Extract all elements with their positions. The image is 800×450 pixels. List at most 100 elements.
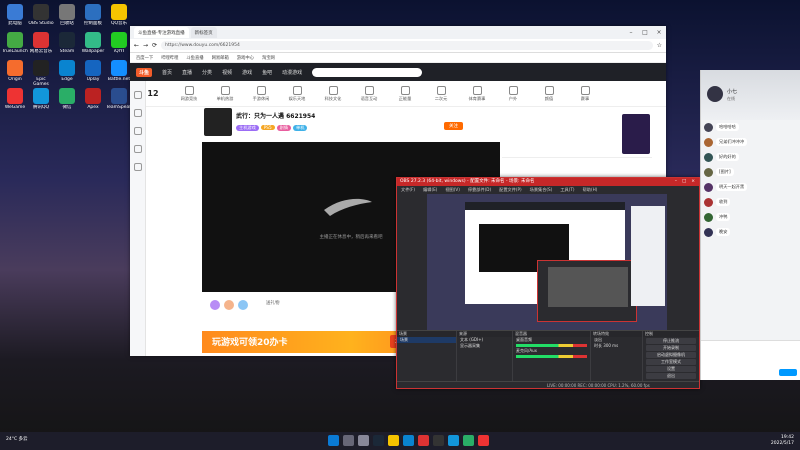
explorer-icon[interactable] <box>388 435 399 446</box>
bookmark-item[interactable]: 哔哩哔哩 <box>161 55 178 61</box>
refresh-icon[interactable]: ⟳ <box>152 42 157 49</box>
qq-icon[interactable] <box>448 435 459 446</box>
ad-thumb[interactable] <box>622 114 650 154</box>
follow-icon[interactable] <box>133 109 142 117</box>
category-item[interactable]: 手游休闲 <box>244 85 278 102</box>
minimize-icon[interactable]: – <box>624 29 638 36</box>
weather-widget[interactable]: 24°C 多云 <box>6 436 28 442</box>
bookmark-item[interactable]: 百度一下 <box>136 55 153 61</box>
category-item[interactable]: 二次元 <box>424 85 458 102</box>
obs-control-button[interactable]: 启动虚拟摄像机 <box>646 352 696 358</box>
source-item[interactable]: 显示器采集 <box>457 343 512 349</box>
wechat-icon[interactable] <box>463 435 474 446</box>
obs-menu-item[interactable]: 场景集合(S) <box>530 186 553 193</box>
avatar[interactable] <box>704 153 713 162</box>
category-item[interactable]: 正能量 <box>388 85 422 102</box>
avatar[interactable] <box>704 213 713 222</box>
maximize-icon[interactable]: □ <box>682 178 686 186</box>
site-nav-item[interactable]: 动漫游戏 <box>282 69 302 76</box>
category-item[interactable]: 科技文化 <box>316 85 350 102</box>
site-logo[interactable]: 斗鱼 <box>136 67 153 77</box>
minimize-icon[interactable]: – <box>675 178 677 186</box>
desktop-icon[interactable]: 此电脑 <box>2 4 28 31</box>
avatar[interactable] <box>704 123 713 132</box>
category-item[interactable]: 户外 <box>496 85 530 102</box>
browser-tab-active[interactable]: 斗鱼直播-专注游戏直播 <box>134 27 189 38</box>
browser-tab[interactable]: 新标签页 <box>190 27 217 38</box>
bookmark-item[interactable]: 游戏中心 <box>237 55 254 61</box>
site-nav-item[interactable]: 首页 <box>162 69 172 76</box>
home-icon[interactable] <box>133 91 142 99</box>
game-icon[interactable] <box>133 163 142 171</box>
taskview-icon[interactable] <box>358 435 369 446</box>
category-item[interactable]: 单机热游 <box>208 85 242 102</box>
category-item[interactable]: 网游竞技 <box>172 85 206 102</box>
close-icon[interactable]: × <box>652 29 666 36</box>
site-nav-item[interactable]: 鱼吧 <box>262 69 272 76</box>
obs-preview[interactable] <box>427 194 667 330</box>
desktop-icon[interactable]: Uplay <box>80 60 106 87</box>
follow-button[interactable]: 关注 <box>444 122 463 130</box>
desktop-icon[interactable]: 回收站 <box>54 4 80 31</box>
obs-menu-item[interactable]: 文件(F) <box>401 186 415 193</box>
category-item[interactable]: 颜值 <box>532 85 566 102</box>
site-nav-item[interactable]: 直播 <box>182 69 192 76</box>
avatar[interactable] <box>707 86 723 102</box>
obs-menu-item[interactable]: 编辑(E) <box>423 186 437 193</box>
site-nav-item[interactable]: 分类 <box>202 69 212 76</box>
transition-duration[interactable]: 时长 300 ms <box>591 343 642 349</box>
send-button[interactable] <box>779 369 797 376</box>
desktop-icon[interactable]: TrueLauncher <box>2 32 28 59</box>
steam-icon[interactable] <box>373 435 384 446</box>
category-item[interactable]: 语音互动 <box>352 85 386 102</box>
desktop-icon[interactable]: iQIYI <box>106 32 132 59</box>
obs-control-button[interactable]: 退出 <box>646 373 696 379</box>
desktop-icon[interactable]: 网易云音乐 <box>28 32 54 59</box>
wegame-icon[interactable] <box>478 435 489 446</box>
desktop-icon[interactable]: 控制面板 <box>80 4 106 31</box>
bookmark-item[interactable]: 淘宝网 <box>262 55 275 61</box>
desktop-icon[interactable]: 微信 <box>54 88 80 115</box>
desktop-icon[interactable]: QQ音乐 <box>106 4 132 31</box>
forward-icon[interactable]: → <box>143 42 148 49</box>
gift-icon[interactable] <box>238 300 248 310</box>
avatar[interactable] <box>704 228 713 237</box>
site-nav-item[interactable]: 视频 <box>222 69 232 76</box>
gift-icon[interactable] <box>224 300 234 310</box>
url-input[interactable]: https://www.douyu.com/6621954 <box>161 41 653 50</box>
music-icon[interactable] <box>418 435 429 446</box>
obs-menu-item[interactable]: 工具(T) <box>560 186 574 193</box>
desktop-icon[interactable]: Epic Games <box>28 60 54 87</box>
category-item[interactable]: 赛事 <box>568 85 602 102</box>
obs-control-button[interactable]: 工作室模式 <box>646 359 696 365</box>
desktop-icon[interactable]: 腾讯QQ <box>28 88 54 115</box>
stream-tag[interactable]: 主机游戏 <box>236 125 259 131</box>
star-icon[interactable]: ☆ <box>657 42 662 49</box>
obs-control-button[interactable]: 开始录制 <box>646 345 696 351</box>
desktop-icon[interactable]: Wallpaper <box>80 32 106 59</box>
start-icon[interactable] <box>328 435 339 446</box>
obs-menu-item[interactable]: 帮助(H) <box>583 186 598 193</box>
history-icon[interactable] <box>133 127 142 135</box>
stream-tag[interactable]: 单机 <box>293 125 308 131</box>
bookmark-item[interactable]: 斗鱼直播 <box>186 55 203 61</box>
obs-control-button[interactable]: 设置 <box>646 366 696 372</box>
avatar[interactable] <box>704 198 713 207</box>
category-item[interactable]: 娱乐天地 <box>280 85 314 102</box>
clock[interactable]: 19:42 2022/5/17 <box>771 435 794 447</box>
edge-icon[interactable] <box>403 435 414 446</box>
desktop-icon[interactable]: Apex <box>80 88 106 115</box>
obs-menu-item[interactable]: 停靠部件(D) <box>468 186 491 193</box>
maximize-icon[interactable]: □ <box>638 29 652 36</box>
obs-icon[interactable] <box>433 435 444 446</box>
close-icon[interactable]: × <box>691 178 695 186</box>
video-icon[interactable] <box>133 145 142 153</box>
desktop-icon[interactable]: TeamSpeak <box>106 88 132 115</box>
site-search-input[interactable] <box>312 67 423 77</box>
avatar[interactable] <box>704 183 713 192</box>
back-icon[interactable]: ← <box>134 42 139 49</box>
desktop-icon[interactable]: Battle.net <box>106 60 132 87</box>
obs-control-button[interactable]: 停止推流 <box>646 338 696 344</box>
category-item[interactable]: 体育赛事 <box>460 85 494 102</box>
site-nav-item[interactable]: 游戏 <box>242 69 252 76</box>
